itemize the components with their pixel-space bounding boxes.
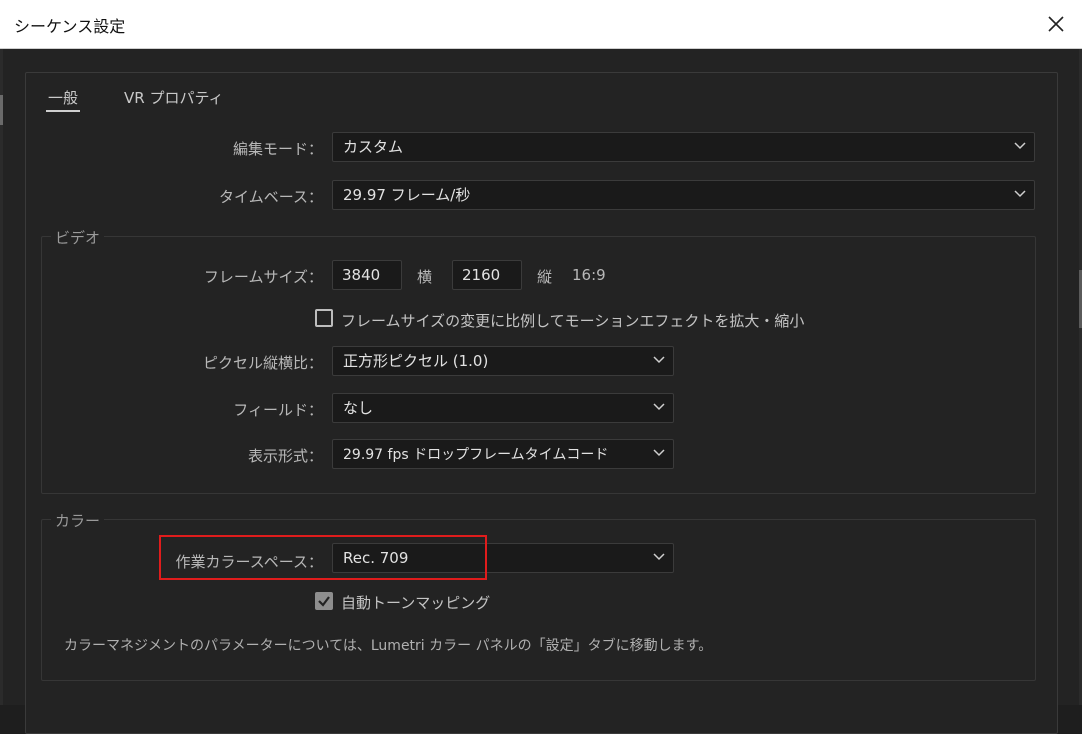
edit-mode-label: 編集モード： xyxy=(232,140,323,158)
scale-motion-checkbox[interactable] xyxy=(315,309,333,327)
frame-size-label: フレームサイズ： xyxy=(203,268,323,286)
color-group-title: カラー xyxy=(51,510,105,531)
pixel-aspect-value: 正方形ピクセル (1.0) xyxy=(343,352,489,370)
edit-mode-dropdown[interactable]: カスタム xyxy=(332,132,1035,162)
chevron-down-icon xyxy=(1014,142,1026,150)
display-format-value: 29.97 fps ドロップフレームタイムコード xyxy=(343,447,609,463)
close-icon xyxy=(1048,16,1064,32)
close-button[interactable] xyxy=(1040,8,1072,40)
pixel-aspect-dropdown[interactable]: 正方形ピクセル (1.0) xyxy=(332,346,674,376)
left-edge-marker xyxy=(0,95,3,125)
timebase-dropdown[interactable]: 29.97 フレーム/秒 xyxy=(332,180,1035,210)
edit-mode-value: カスタム xyxy=(343,138,404,156)
frame-height-input[interactable]: 2160 xyxy=(452,260,522,290)
fields-value: なし xyxy=(343,399,374,417)
display-format-dropdown[interactable]: 29.97 fps ドロップフレームタイムコード xyxy=(332,439,674,469)
chevron-down-icon xyxy=(653,449,665,457)
fields-dropdown[interactable]: なし xyxy=(332,393,674,423)
tab-general[interactable]: 一般 xyxy=(48,87,78,108)
timebase-value: 29.97 フレーム/秒 xyxy=(343,186,471,204)
fields-label: フィールド： xyxy=(233,401,323,419)
frame-width-unit: 横 xyxy=(417,268,433,286)
color-management-note: カラーマネジメントのパラメーターについては、Lumetri カラー パネルの「設… xyxy=(64,638,713,654)
title-bar: シーケンス設定 xyxy=(0,0,1082,49)
window-title: シーケンス設定 xyxy=(14,17,126,36)
tone-mapping-label: 自動トーンマッピング xyxy=(341,594,491,612)
aspect-ratio-text: 16:9 xyxy=(572,266,606,284)
timebase-label: タイムベース： xyxy=(219,188,323,206)
pixel-aspect-label: ピクセル縦横比： xyxy=(202,354,323,372)
active-tab-indicator xyxy=(46,110,80,112)
tone-mapping-checkbox[interactable] xyxy=(315,592,333,610)
checkmark-icon xyxy=(318,596,330,607)
tab-vr-properties[interactable]: VR プロパティ xyxy=(124,87,224,108)
chevron-down-icon xyxy=(653,403,665,411)
frame-height-unit: 縦 xyxy=(537,268,553,286)
highlight-box xyxy=(159,535,487,580)
chevron-down-icon xyxy=(653,553,665,561)
chevron-down-icon xyxy=(653,356,665,364)
display-format-label: 表示形式： xyxy=(247,447,323,465)
chevron-down-icon xyxy=(1014,190,1026,198)
frame-width-input[interactable]: 3840 xyxy=(332,260,402,290)
scale-motion-label: フレームサイズの変更に比例してモーションエフェクトを拡大・縮小 xyxy=(341,312,805,330)
video-group-title: ビデオ xyxy=(51,227,105,248)
left-edge xyxy=(0,49,3,705)
